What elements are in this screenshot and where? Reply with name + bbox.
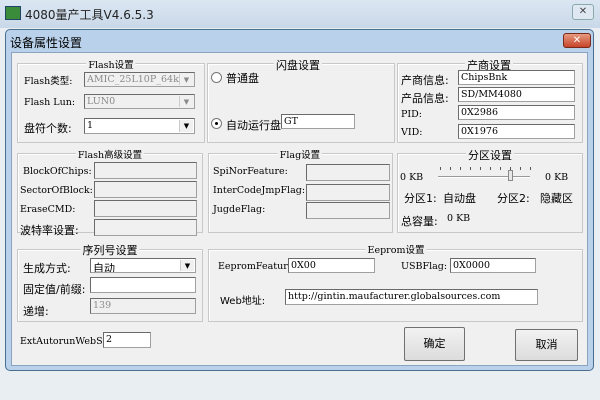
ext-autorun-websn-input[interactable]: 2 xyxy=(103,332,151,348)
slider-tick xyxy=(450,167,451,170)
eeprom-feature-label: EepromFeature: xyxy=(218,261,297,272)
baud-rate-input[interactable] xyxy=(94,219,197,236)
group-title: 序列号设置 xyxy=(80,242,140,258)
dialog-close-button[interactable]: ✕ xyxy=(563,33,591,48)
usb-flag-label: USBFlag: xyxy=(401,261,448,272)
slider-tick xyxy=(470,167,471,170)
vid-label: VID: xyxy=(401,127,423,138)
spi-nor-feature-input[interactable] xyxy=(306,164,390,181)
block-of-chips-input[interactable] xyxy=(94,162,197,179)
drive-count-select[interactable]: 1 ▼ xyxy=(84,118,195,134)
slider-tick xyxy=(520,167,521,170)
total-capacity-label: 总容量: xyxy=(401,215,438,228)
partition2-label: 分区2: xyxy=(497,192,530,205)
chevron-down-icon: ▼ xyxy=(179,74,193,85)
vid-input[interactable]: 0X1976 xyxy=(458,124,575,139)
eeprom-feature-input[interactable]: 0X00 xyxy=(288,258,375,273)
serial-mode-select[interactable]: 自动 ▼ xyxy=(90,258,196,273)
app-icon xyxy=(5,6,21,20)
baud-rate-label: 波特率设置: xyxy=(20,224,79,237)
block-of-chips-label: BlockOfChips: xyxy=(23,166,92,177)
group-title: Flash设置 xyxy=(86,57,136,71)
group-title: 分区设置 xyxy=(466,147,514,163)
spi-nor-feature-label: SpiNorFeature: xyxy=(213,166,288,177)
erase-cmd-label: EraseCMD: xyxy=(20,204,76,215)
sector-of-block-label: SectorOfBlock: xyxy=(20,185,93,196)
flash-type-label: Flash类型: xyxy=(24,76,73,87)
partition-slider-thumb[interactable] xyxy=(508,170,513,181)
product-label: 产品信息: xyxy=(401,92,449,105)
pid-label: PID: xyxy=(401,109,422,120)
window-close-button[interactable]: ✕ xyxy=(572,4,594,20)
total-capacity-value: 0 KB xyxy=(447,213,471,224)
usb-flag-input[interactable]: 0X0000 xyxy=(450,258,536,273)
partition-slider-track[interactable] xyxy=(438,176,530,178)
partition1-label: 分区1: xyxy=(404,192,437,205)
dialog-title: 设备属性设置 xyxy=(10,36,83,50)
autorun-disk-radio[interactable] xyxy=(211,118,222,129)
flash-lun-label: Flash Lun: xyxy=(24,97,76,108)
cancel-button[interactable]: 取消 xyxy=(515,329,578,361)
drive-count-label: 盘符个数: xyxy=(24,122,72,135)
group-title: 闪盘设置 xyxy=(274,57,322,73)
slider-tick xyxy=(440,167,441,170)
product-input[interactable]: SD/MM4080 xyxy=(458,87,575,102)
partition-left-size: 0 KB xyxy=(400,172,424,183)
group-title: Flash高级设置 xyxy=(75,147,145,161)
window-title: 4080量产工具V4.6.5.3 xyxy=(25,8,154,22)
inter-code-jmp-flag-input[interactable] xyxy=(306,184,390,201)
chevron-down-icon: ▼ xyxy=(179,96,193,107)
serial-increment-label: 递增: xyxy=(23,305,49,318)
serial-increment-input[interactable]: 139 xyxy=(90,298,196,314)
group-title: Flag设置 xyxy=(277,147,323,161)
slider-tick xyxy=(500,167,501,170)
serial-prefix-label: 固定值/前缀: xyxy=(23,283,86,296)
vendor-label: 产商信息: xyxy=(401,74,449,87)
flash-lun-value: LUN0 xyxy=(87,96,116,107)
judge-flag-label: JugdeFlag: xyxy=(213,204,266,215)
vendor-input[interactable]: ChipsBnk xyxy=(458,70,575,85)
sector-of-block-input[interactable] xyxy=(94,181,197,198)
judge-flag-input[interactable] xyxy=(306,202,390,219)
partition2-value: 隐藏区 xyxy=(540,192,573,205)
web-address-label: Web地址: xyxy=(220,296,266,307)
serial-prefix-input[interactable] xyxy=(90,277,196,293)
serial-mode-label: 生成方式: xyxy=(23,262,71,275)
slider-tick xyxy=(460,167,461,170)
chevron-down-icon: ▼ xyxy=(179,120,193,132)
autorun-disk-label: 自动运行盘 xyxy=(226,119,281,132)
flash-type-select[interactable]: AMIC_25L10P_64kB ▼ xyxy=(84,72,195,87)
normal-disk-label: 普通盘 xyxy=(226,72,259,85)
inter-code-jmp-flag-label: InterCodeJmpFlag: xyxy=(213,185,306,196)
flash-type-value: AMIC_25L10P_64kB xyxy=(87,74,186,85)
partition-right-size: 0 KB xyxy=(545,172,569,183)
ok-button[interactable]: 确定 xyxy=(404,327,465,361)
pid-input[interactable]: 0X2986 xyxy=(458,105,575,120)
serial-mode-value: 自动 xyxy=(93,262,115,273)
web-address-input[interactable]: http://gintin.maufacturer.globalsources.… xyxy=(285,289,538,305)
slider-tick xyxy=(530,167,531,170)
autorun-name-input[interactable]: GT xyxy=(281,114,355,129)
drive-count-value: 1 xyxy=(87,120,94,131)
erase-cmd-input[interactable] xyxy=(94,200,197,217)
flash-lun-select[interactable]: LUN0 ▼ xyxy=(84,94,195,109)
group-title: Eeprom设置 xyxy=(365,242,427,256)
slider-tick xyxy=(480,167,481,170)
normal-disk-radio[interactable] xyxy=(211,72,222,83)
chevron-down-icon: ▼ xyxy=(180,260,194,271)
ext-autorun-websn-label: ExtAutorunWebSn: xyxy=(20,336,112,347)
partition1-value: 自动盘 xyxy=(443,192,476,205)
slider-tick xyxy=(490,167,491,170)
